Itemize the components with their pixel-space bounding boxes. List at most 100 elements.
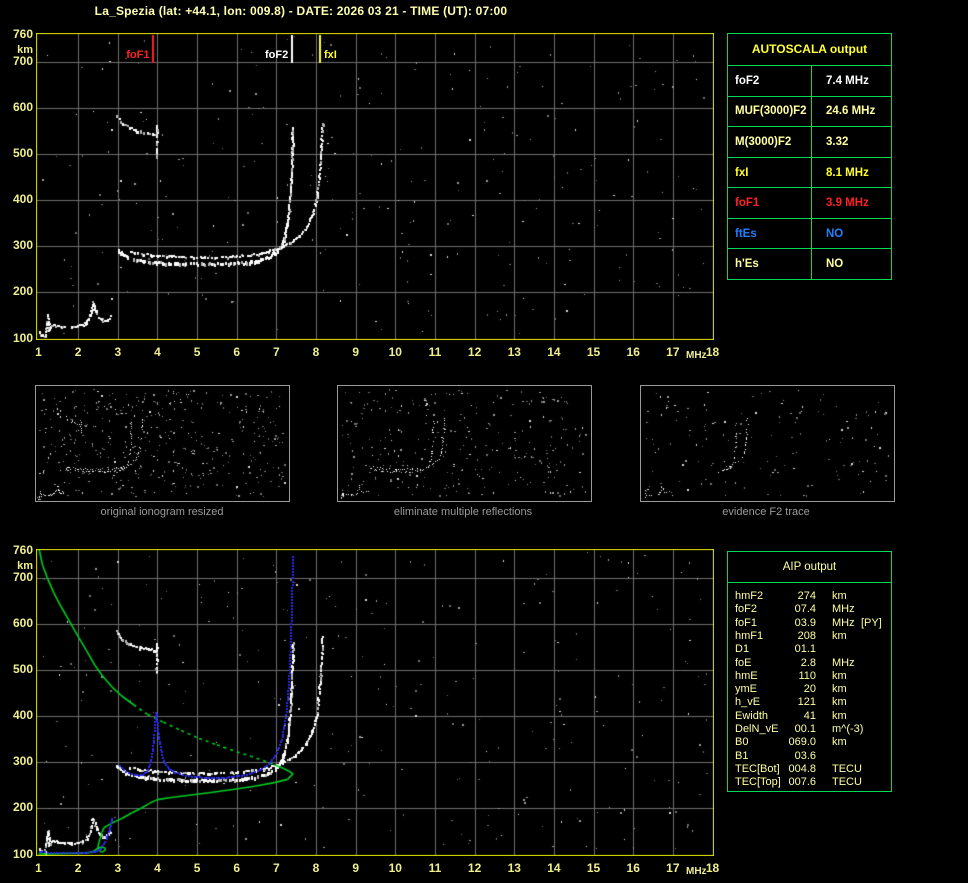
aip-param-unit: TECU [832, 776, 862, 789]
aip-param-name: hmF2 [735, 590, 764, 602]
x-tick-label: 1 [35, 345, 42, 359]
marker-label-fxI: fxI [323, 49, 337, 61]
aip-row-TEC[Top]: TEC[Top] 007.6 TECU [728, 776, 891, 789]
aip-param-unit: km [832, 709, 847, 722]
aip-row-B1: B1 03.6 [728, 750, 891, 763]
autoscala-param-label: M(3000)F2 [728, 127, 812, 157]
x-tick-label: 2 [74, 861, 82, 875]
autoscala-row-fxI: fxI 8.1 MHz [728, 157, 891, 189]
aip-param-value: 00.1 [794, 723, 816, 735]
y-tick-label: 400 [12, 708, 33, 723]
aip-row-Ewidth: Ewidth 41 km [728, 710, 891, 723]
aip-param-value: 20 [803, 683, 816, 696]
x-tick-label: 6 [233, 345, 241, 359]
aip-param-value: 01.1 [794, 643, 816, 656]
x-tick-label: 9 [352, 345, 360, 359]
y-tick-label: 300 [12, 238, 33, 253]
y-tick-label: 200 [12, 800, 33, 815]
aip-param-name: D1 [735, 643, 750, 656]
x-tick-label: 18 [705, 861, 720, 875]
y-axis-unit-label: km [17, 560, 33, 572]
autoscala-param-label: fxI [728, 157, 812, 188]
thumbnail-eliminate-reflections [337, 385, 592, 502]
aip-param-value: 03.9 [794, 616, 816, 629]
x-axis-unit-label: MHz [686, 866, 707, 877]
aip-row-foE: foE 2.8 MHz [728, 657, 891, 670]
y-tick-label: 300 [12, 754, 33, 769]
aip-param-value: 208 [797, 629, 816, 642]
aip-param-value: 007.6 [788, 776, 816, 789]
aip-param-unit: MHz [832, 603, 855, 616]
x-tick-label: 14 [547, 861, 561, 875]
y-tick-label: 400 [12, 192, 33, 207]
y-tick-label: 760 [12, 26, 33, 41]
x-tick-label: 14 [547, 345, 561, 359]
x-tick-label: 1 [35, 861, 42, 875]
thumbnail-caption: eliminate multiple reflections [393, 506, 533, 518]
aip-row-ymE: ymE 20 km [728, 683, 891, 696]
aip-param-name: TEC[Top] [735, 776, 781, 789]
x-tick-label: 8 [312, 861, 320, 875]
aip-param-unit: MHz [832, 616, 855, 629]
aip-row-hmF2: hmF2 274 km [728, 590, 891, 603]
aip-row-DelN_vE: DelN_vE 00.1 m^(-3) [728, 723, 891, 736]
x-tick-label: 16 [626, 861, 640, 875]
autoscala-param-label: foF1 [728, 188, 812, 218]
y-tick-label: 200 [12, 284, 33, 299]
aip-row-D1: D1 01.1 [728, 643, 891, 656]
aip-param-unit: km [832, 696, 847, 709]
autoscala-param-label: h'Es [728, 249, 812, 280]
aip-row-hmE: hmE 110 km [728, 670, 891, 683]
x-tick-label: 7 [273, 861, 280, 875]
thumbnail-caption: evidence F2 trace [722, 506, 810, 518]
autoscala-param-value: 3.32 [826, 135, 849, 148]
autoscala-row-MUF(3000)F2: MUF(3000)F2 24.6 MHz [728, 96, 891, 128]
y-tick-label: 600 [12, 100, 33, 115]
aip-param-unit: MHz [832, 656, 855, 669]
aip-row-TEC[Bot]: TEC[Bot] 004.8 TECU [728, 763, 891, 776]
y-tick-label: 760 [12, 542, 33, 557]
aip-param-name: TEC[Bot] [735, 762, 780, 775]
aip-param-name: DelN_vE [735, 723, 779, 735]
x-tick-label: 16 [626, 345, 640, 359]
aip-row-foF2: foF2 07.4 MHz [728, 603, 891, 616]
aip-param-extra: [PY] [861, 616, 882, 629]
aip-table-header: AIP output [728, 552, 891, 583]
aip-param-value: 03.6 [794, 749, 816, 762]
autoscala-param-value: 24.6 MHz [826, 105, 876, 118]
aip-param-value: 110 [798, 669, 816, 682]
aip-param-name: Ewidth [735, 709, 769, 722]
aip-param-name: hmE [735, 669, 758, 682]
y-tick-label: 600 [12, 616, 33, 631]
y-tick-label: 500 [12, 662, 33, 677]
y-axis-unit-label: km [17, 44, 33, 56]
autoscala-param-value: NO [826, 258, 844, 271]
aip-row-foF1: foF1 03.9 MHz [PY] [728, 617, 891, 630]
x-tick-label: 17 [666, 345, 680, 359]
aip-param-unit: TECU [832, 762, 862, 775]
x-tick-label: 12 [467, 345, 482, 359]
aip-param-value: 2.8 [800, 656, 816, 669]
bottom-ionogram-canvas [36, 549, 714, 856]
aip-param-name: foF1 [735, 616, 758, 629]
y-tick-label: 700 [12, 570, 33, 585]
aip-param-name: h_vE [735, 696, 761, 709]
aip-param-name: foE [735, 656, 752, 669]
x-tick-label: 2 [74, 345, 82, 359]
x-tick-label: 4 [154, 345, 161, 359]
autoscala-param-label: foF2 [728, 66, 812, 96]
autoscala-table-header: AUTOSCALA output [728, 34, 891, 66]
x-tick-label: 10 [388, 861, 402, 875]
x-tick-label: 11 [428, 345, 442, 359]
x-tick-label: 3 [114, 345, 122, 359]
autoscala-row-M(3000)F2: M(3000)F2 3.32 [728, 127, 891, 158]
aip-param-unit: km [832, 736, 847, 749]
x-tick-label: 13 [507, 861, 521, 875]
autoscala-row-foF2: foF2 7.4 MHz [728, 66, 891, 97]
aip-row-B0: B0 069.0 km [728, 736, 891, 749]
x-tick-label: 8 [312, 345, 320, 359]
aip-param-name: B1 [735, 749, 749, 762]
x-tick-label: 6 [233, 861, 241, 875]
x-axis-unit-label: MHz [686, 350, 707, 361]
autoscala-param-value: NO [826, 227, 844, 240]
